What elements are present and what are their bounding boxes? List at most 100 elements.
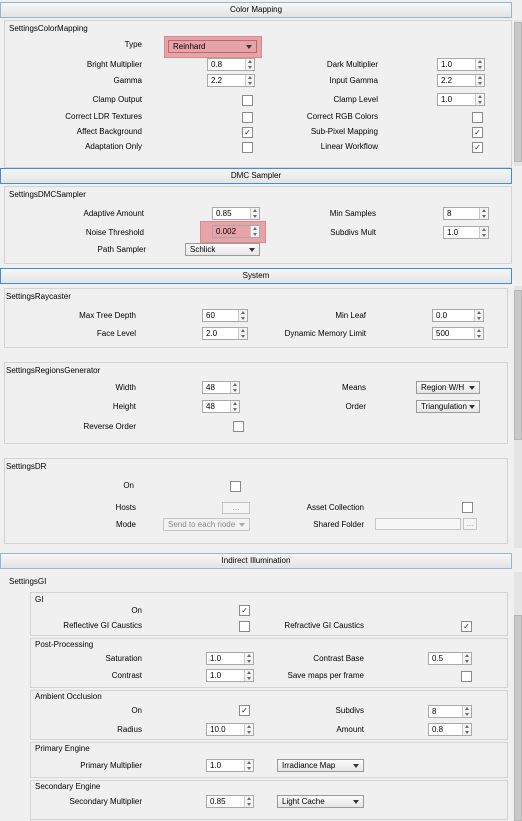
subdivs-mult-spinner[interactable]: 1.0: [443, 226, 489, 239]
ao-on-label: On: [131, 706, 142, 715]
spinner-arrows-icon: [244, 653, 253, 664]
subdivs-spinner[interactable]: 8: [428, 705, 472, 718]
correct-rgb-checkbox[interactable]: [472, 112, 483, 123]
mode-dropdown[interactable]: Send to each node: [163, 518, 250, 531]
reflective-caustics-checkbox[interactable]: [239, 621, 250, 632]
order-label: Order: [345, 402, 366, 411]
scrollbar-thumb[interactable]: [514, 290, 522, 440]
primary-engine-dropdown[interactable]: Irradiance Map: [277, 759, 364, 772]
chevron-down-icon: [249, 248, 255, 252]
dynamic-memory-spinner[interactable]: 500: [432, 327, 484, 340]
noise-threshold-spinner[interactable]: 0.002: [212, 225, 260, 238]
primary-multiplier-spinner[interactable]: 1.0: [206, 759, 254, 772]
height-spinner[interactable]: 48: [202, 400, 240, 413]
refractive-caustics-label: Refractive GI Caustics: [284, 621, 364, 630]
bright-multiplier-label: Bright Multiplier: [86, 60, 142, 69]
clamp-level-spinner[interactable]: 1.0: [437, 93, 485, 106]
group-title: SettingsDR: [6, 462, 47, 471]
means-dropdown[interactable]: Region W/H: [416, 381, 480, 394]
adaptation-only-label: Adaptation Only: [85, 142, 142, 151]
width-spinner[interactable]: 48: [202, 381, 240, 394]
secondary-multiplier-spinner[interactable]: 0.85: [206, 795, 254, 808]
secondary-multiplier-label: Secondary Multiplier: [69, 797, 142, 806]
min-samples-spinner[interactable]: 8: [443, 207, 489, 220]
hosts-button[interactable]: ...: [222, 502, 250, 514]
primary-engine-subgroup: [30, 742, 508, 778]
chevron-down-icon: [469, 405, 475, 409]
group-title: SettingsDMCSampler: [9, 190, 86, 199]
spinner-arrows-icon: [230, 401, 239, 412]
chevron-down-icon: [469, 386, 475, 390]
amount-spinner[interactable]: 0.8: [428, 723, 472, 736]
bright-multiplier-spinner[interactable]: 0.8: [207, 58, 255, 71]
adaptation-only-checkbox[interactable]: [242, 142, 253, 153]
type-dropdown[interactable]: Reinhard: [168, 40, 257, 53]
spinner-arrows-icon: [238, 328, 247, 339]
path-sampler-dropdown[interactable]: Schlick: [185, 243, 260, 256]
clamp-level-label: Clamp Level: [333, 95, 378, 104]
spinner-arrows-icon: [474, 328, 483, 339]
scrollbar-thumb[interactable]: [514, 615, 522, 821]
spinner-arrows-icon: [250, 226, 259, 237]
spinner-arrows-icon: [475, 75, 484, 86]
subpixel-mapping-checkbox[interactable]: ✓: [472, 127, 483, 138]
amount-label: Amount: [336, 725, 364, 734]
input-gamma-spinner[interactable]: 2.2: [437, 74, 485, 87]
order-dropdown[interactable]: Triangulation: [416, 400, 480, 413]
dmc-sampler-header[interactable]: DMC Sampler: [0, 168, 512, 184]
subgroup-title: Primary Engine: [35, 744, 90, 753]
chevron-down-icon: [239, 523, 245, 527]
gamma-spinner[interactable]: 2.2: [207, 74, 255, 87]
system-header[interactable]: System: [0, 268, 512, 284]
input-gamma-label: Input Gamma: [329, 76, 378, 85]
save-maps-label: Save maps per frame: [287, 671, 364, 680]
dynamic-memory-label: Dynamic Memory Limit: [284, 329, 366, 338]
refractive-caustics-checkbox[interactable]: ✓: [461, 621, 472, 632]
max-tree-depth-spinner[interactable]: 60: [202, 309, 248, 322]
indirect-illumination-header[interactable]: Indirect Illumination: [0, 553, 512, 569]
adaptive-amount-spinner[interactable]: 0.85: [212, 207, 260, 220]
spinner-arrows-icon: [479, 208, 488, 219]
spinner-arrows-icon: [230, 382, 239, 393]
radius-spinner[interactable]: 10.0: [206, 723, 254, 736]
asset-collection-label: Asset Collection: [306, 503, 364, 512]
clamp-output-label: Clamp Output: [92, 95, 142, 104]
affect-background-checkbox[interactable]: ✓: [242, 127, 253, 138]
reverse-order-checkbox[interactable]: [233, 421, 244, 432]
noise-threshold-label: Noise Threshold: [85, 228, 144, 237]
mode-label: Mode: [115, 520, 136, 529]
save-maps-checkbox[interactable]: [461, 671, 472, 682]
scrollbar-thumb[interactable]: [514, 22, 522, 162]
spinner-arrows-icon: [244, 796, 253, 807]
spinner-arrows-icon: [462, 653, 471, 664]
asset-collection-checkbox[interactable]: [462, 502, 473, 513]
min-leaf-spinner[interactable]: 0.0: [432, 309, 484, 322]
linear-workflow-label: Linear Workflow: [320, 142, 378, 151]
secondary-engine-dropdown[interactable]: Light Cache: [277, 795, 364, 808]
correct-ldr-checkbox[interactable]: [242, 112, 253, 123]
contrast-spinner[interactable]: 1.0: [206, 669, 254, 682]
color-mapping-header[interactable]: Color Mapping: [0, 2, 512, 18]
subdivs-mult-label: Subdivs Mult: [330, 228, 376, 237]
subgroup-title: Secondary Engine: [35, 782, 101, 791]
gamma-label: Gamma: [113, 76, 142, 85]
min-leaf-label: Min Leaf: [335, 311, 366, 320]
shared-folder-browse-button[interactable]: ...: [463, 518, 477, 530]
primary-multiplier-label: Primary Multiplier: [80, 761, 142, 770]
subgroup-title: GI: [35, 595, 44, 604]
face-level-spinner[interactable]: 2.0: [202, 327, 248, 340]
shared-folder-input[interactable]: [375, 518, 461, 530]
contrast-base-spinner[interactable]: 0.5: [428, 652, 472, 665]
correct-rgb-label: Correct RGB Colors: [306, 112, 378, 121]
type-label: Type: [124, 40, 142, 49]
means-label: Means: [341, 383, 366, 392]
linear-workflow-checkbox[interactable]: ✓: [472, 142, 483, 153]
max-tree-depth-label: Max Tree Depth: [79, 311, 136, 320]
clamp-output-checkbox[interactable]: [242, 95, 253, 106]
spinner-arrows-icon: [250, 208, 259, 219]
gi-on-checkbox[interactable]: ✓: [239, 605, 250, 616]
dark-multiplier-spinner[interactable]: 1.0: [437, 58, 485, 71]
saturation-spinner[interactable]: 1.0: [206, 652, 254, 665]
dr-on-checkbox[interactable]: [230, 481, 241, 492]
ao-on-checkbox[interactable]: ✓: [239, 705, 250, 716]
